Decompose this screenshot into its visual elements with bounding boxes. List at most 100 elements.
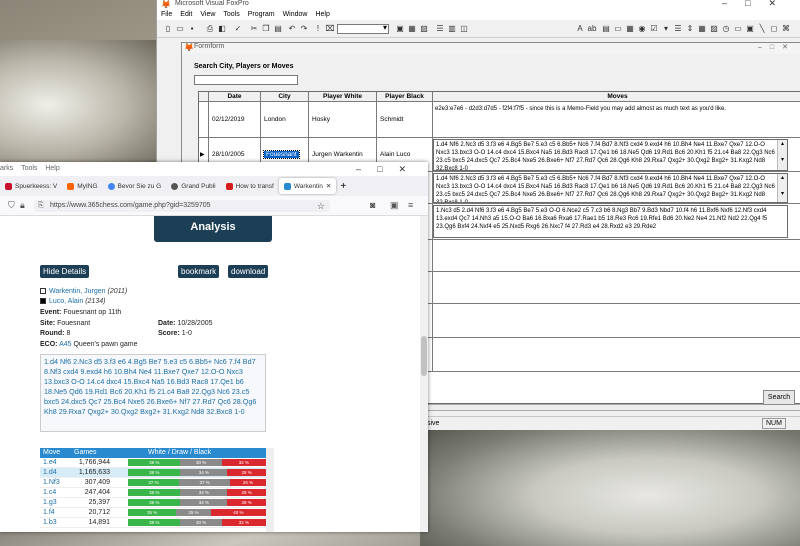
hide-details-button[interactable]: Hide Details	[40, 265, 90, 278]
explorer-move-link[interactable]: 1.g3	[43, 499, 57, 506]
print-icon[interactable]: ⎙	[205, 23, 215, 34]
page-scrollbar[interactable]	[420, 216, 428, 532]
table-row[interactable]: 1.g3 25,397 38 % 34 % 28 %	[40, 498, 274, 508]
explorer-scrollbar[interactable]	[266, 448, 274, 532]
new-icon[interactable]: ▯	[163, 23, 173, 34]
spinner-tool-icon[interactable]: ⇕	[685, 23, 695, 34]
table-row[interactable]: 1.d4 1,165,633 38 % 34 % 28 %	[40, 468, 274, 478]
black-player-name[interactable]: Luco, Alain	[49, 298, 83, 305]
explorer-move-link[interactable]: 1.d4	[43, 469, 57, 476]
checkbox-tool-icon[interactable]: ☑	[649, 23, 659, 34]
cut-icon[interactable]: ✂	[249, 23, 259, 34]
command-window-icon[interactable]: ▣	[395, 23, 405, 34]
buttongroup-tool-icon[interactable]: ▦	[625, 23, 635, 34]
col-header-black[interactable]: Player Black	[377, 92, 433, 102]
shape-tool-icon[interactable]: ◻	[769, 23, 779, 34]
scroll-thumb[interactable]	[421, 336, 427, 376]
menu-tools[interactable]: Tools	[223, 11, 239, 18]
table-row[interactable]: 1.c4 247,404 38 % 34 % 28 %	[40, 488, 274, 498]
cell-empty[interactable]	[433, 272, 800, 303]
menu-file[interactable]: File	[161, 11, 172, 18]
line-tool-icon[interactable]: ╲	[757, 23, 767, 34]
tab-grand-public[interactable]: Grand Publi	[166, 178, 220, 194]
menu-view[interactable]: View	[200, 11, 215, 18]
col-header-moves[interactable]: Moves	[433, 92, 800, 102]
search-input[interactable]	[194, 75, 298, 85]
run-icon[interactable]: !	[313, 23, 323, 34]
toolbox-icon[interactable]: ▧	[419, 23, 429, 34]
timer-tool-icon[interactable]: ◷	[721, 23, 731, 34]
image-tool-icon[interactable]: ▨	[709, 23, 719, 34]
oleobject-tool-icon[interactable]: ▣	[745, 23, 755, 34]
cell-empty[interactable]	[433, 338, 800, 371]
data-session-icon[interactable]: ▦	[407, 23, 417, 34]
memo-scrollbar[interactable]: ▴ ▾	[777, 140, 787, 170]
analysis-button[interactable]: Analysis	[154, 216, 272, 242]
tab-how-to[interactable]: How to transf	[221, 178, 279, 194]
cell-city-selected[interactable]: Fouesnant	[263, 150, 300, 159]
extension-icon[interactable]: ▣	[390, 200, 399, 211]
copy-icon[interactable]: ❐	[261, 23, 271, 34]
col-header-white[interactable]: Player White	[309, 92, 377, 102]
table-row[interactable]: 1.Nf3 307,409 37 % 37 % 26 %	[40, 478, 274, 488]
menu-help[interactable]: Help	[315, 11, 329, 18]
combobox-tool-icon[interactable]: ▾	[661, 23, 671, 34]
explorer-move-link[interactable]: 1.b3	[43, 519, 57, 526]
cell-moves[interactable]: e2e3:e7e6 - d2d3:d7d5 - f2f4:f7f5 - sinc…	[433, 103, 788, 136]
textbox-tool-icon[interactable]: ab	[587, 23, 597, 34]
game-moves[interactable]: 1.d4 Nf6 2.Nc3 d5 3.f3 e6 4.Bg5 Be7 5.e3…	[40, 354, 266, 432]
open-icon[interactable]: ▭	[175, 23, 185, 34]
database-combo[interactable]	[337, 23, 389, 34]
cell-black[interactable]: Schmidt	[377, 102, 433, 137]
new-tab-icon[interactable]: +	[340, 181, 346, 192]
close-tab-icon[interactable]: ✕	[326, 182, 331, 190]
menu-bookmarks[interactable]: arks	[0, 165, 13, 172]
search-button[interactable]: Search	[763, 390, 795, 405]
tab-warkentin[interactable]: Warkentin ✕	[278, 178, 337, 194]
pocket-icon[interactable]: ◙	[370, 200, 375, 210]
tab-ing[interactable]: MyING	[62, 178, 102, 194]
editbox-tool-icon[interactable]: ▤	[601, 23, 611, 34]
project-icon[interactable]: ▥	[447, 23, 457, 34]
bookmark-star-icon[interactable]: ☆	[317, 200, 325, 212]
address-bar[interactable]: ⎘ https://www.365chess.com/game.php?gid=…	[34, 200, 330, 212]
col-header-date[interactable]: Date	[209, 92, 261, 102]
grid-tool-icon[interactable]: ▦	[697, 23, 707, 34]
row-selector[interactable]	[199, 102, 209, 137]
paste-icon[interactable]: ▤	[273, 23, 283, 34]
menu-help[interactable]: Help	[45, 165, 59, 172]
hyperlink-tool-icon[interactable]: ⌘	[781, 23, 791, 34]
class-browser-icon[interactable]: ◫	[459, 23, 469, 34]
explorer-move-link[interactable]: 1.e4	[43, 459, 57, 466]
table-row[interactable]: 1.f4 20,712 35 % 25 % 40 %	[40, 508, 274, 518]
lock-icon[interactable]: 🔒︎	[20, 200, 25, 211]
tab-spuerkeess[interactable]: Spuerkeess: V	[0, 178, 62, 194]
cell-city[interactable]: London	[261, 102, 309, 137]
save-icon[interactable]: ▪	[187, 23, 197, 34]
optiongroup-tool-icon[interactable]: ◉	[637, 23, 647, 34]
col-header-city[interactable]: City	[261, 92, 309, 102]
menu-hamburger-icon[interactable]: ≡	[408, 200, 413, 210]
black-player[interactable]: Luco, Alain (2134)	[40, 298, 105, 305]
undo-icon[interactable]: ↶	[287, 23, 297, 34]
window-controls[interactable]: –□✕	[356, 164, 422, 175]
white-player-name[interactable]: Warkentin, Jurgen	[49, 288, 106, 295]
window-controls[interactable]: –□✕	[722, 0, 794, 9]
explorer-move-link[interactable]: 1.Nf3	[43, 479, 60, 486]
preview-icon[interactable]: ◧	[217, 23, 227, 34]
shield-icon[interactable]: ⛉	[8, 200, 15, 211]
cell-date[interactable]: 02/12/2019	[209, 102, 261, 137]
table-row[interactable]: 1.b3 14,891 38 % 30 % 32 %	[40, 518, 274, 528]
eco-code-link[interactable]: A45	[59, 341, 71, 348]
download-button[interactable]: download	[228, 265, 269, 278]
tab-google[interactable]: Bevor Sie zu G	[103, 178, 167, 194]
label-tool-icon[interactable]: A	[575, 23, 585, 34]
explorer-move-link[interactable]: 1.f4	[43, 509, 55, 516]
cell-empty[interactable]	[433, 240, 800, 271]
spell-icon[interactable]: ✓	[233, 23, 243, 34]
properties-icon[interactable]: ☰	[435, 23, 445, 34]
menu-edit[interactable]: Edit	[180, 11, 192, 18]
listbox-tool-icon[interactable]: ☰	[673, 23, 683, 34]
cell-moves[interactable]: 1.d4 Nf6 2.Nc3 d5 3.f3 e6 4.Bg5 Be7 5.e3…	[433, 139, 788, 171]
memo-scrollbar[interactable]: ▴ ▾	[777, 174, 787, 202]
